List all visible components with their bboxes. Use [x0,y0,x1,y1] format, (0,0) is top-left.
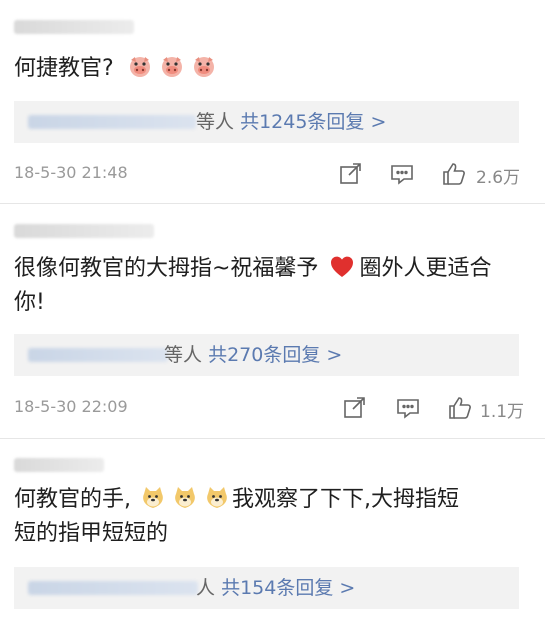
comment-icon[interactable] [388,160,416,188]
comment-text-line: 何教官的手, [14,487,131,512]
comment-divider [0,203,545,204]
comment-text-line: 你! [14,290,45,315]
doge-icon [204,485,230,511]
reply-names-blurred [28,581,198,595]
timestamp: 18-5-30 21:48 [14,163,128,182]
reply-names-blurred [28,115,196,129]
reply-count-link[interactable]: 共1245条回复 > [240,111,386,133]
comment-divider [0,438,545,439]
pig-face-icon [191,54,217,80]
username-blurred[interactable] [14,224,154,238]
pig-face-icon [127,54,153,80]
comment-text-line-2: 短的指甲短短的 [14,517,168,551]
comment-text-line: 何捷教官? [14,56,114,81]
reply-summary-text: 人 共154条回复 > [196,574,355,602]
reply-summary[interactable]: 等人 共1245条回复 > [14,101,519,143]
comment-text-line: 我观察了下下,大拇指短 [232,487,459,512]
reply-suffix: 人 [196,577,216,599]
username-blurred[interactable] [14,458,104,472]
reply-suffix: 等人 [164,344,203,366]
heart-icon [329,254,355,280]
comment-text-line: 很像何教官的大拇指~祝福馨予 [14,256,319,281]
username-blurred[interactable] [14,20,134,34]
comment-text: 何教官的手, 我观察了下下,大拇指短 [14,483,459,517]
like-count: 2.6万 [476,168,521,188]
reply-names-blurred [28,348,168,362]
comment-text-line-2: 你! [14,286,45,320]
like-count: 1.1万 [480,402,525,422]
comment-text-line: 圈外人更适合 [359,256,492,281]
doge-icon [172,485,198,511]
pig-face-icon [159,54,185,80]
comment-text: 何捷教官? [14,52,223,86]
like-icon[interactable] [440,160,468,188]
reply-suffix: 等人 [196,111,235,133]
comment-text: 很像何教官的大拇指~祝福馨予 圈外人更适合 [14,252,491,286]
reply-summary-text: 等人 共270条回复 > [164,341,342,369]
share-icon[interactable] [336,160,364,188]
reply-summary-text: 等人 共1245条回复 > [196,108,386,136]
timestamp: 18-5-30 22:09 [14,397,128,416]
comment-meta: 18-5-30 21:48 2.6万 [14,160,524,188]
comment-meta: 18-5-30 22:09 1.1万 [14,394,524,422]
reply-summary[interactable]: 等人 共270条回复 > [14,334,519,376]
reply-summary[interactable]: 人 共154条回复 > [14,567,519,609]
like-icon[interactable] [446,394,474,422]
comment-icon[interactable] [394,394,422,422]
comment-text-line: 短的指甲短短的 [14,521,169,546]
doge-icon [140,485,166,511]
reply-count-link[interactable]: 共154条回复 > [221,577,355,599]
share-icon[interactable] [340,394,368,422]
reply-count-link[interactable]: 共270条回复 > [208,344,342,366]
